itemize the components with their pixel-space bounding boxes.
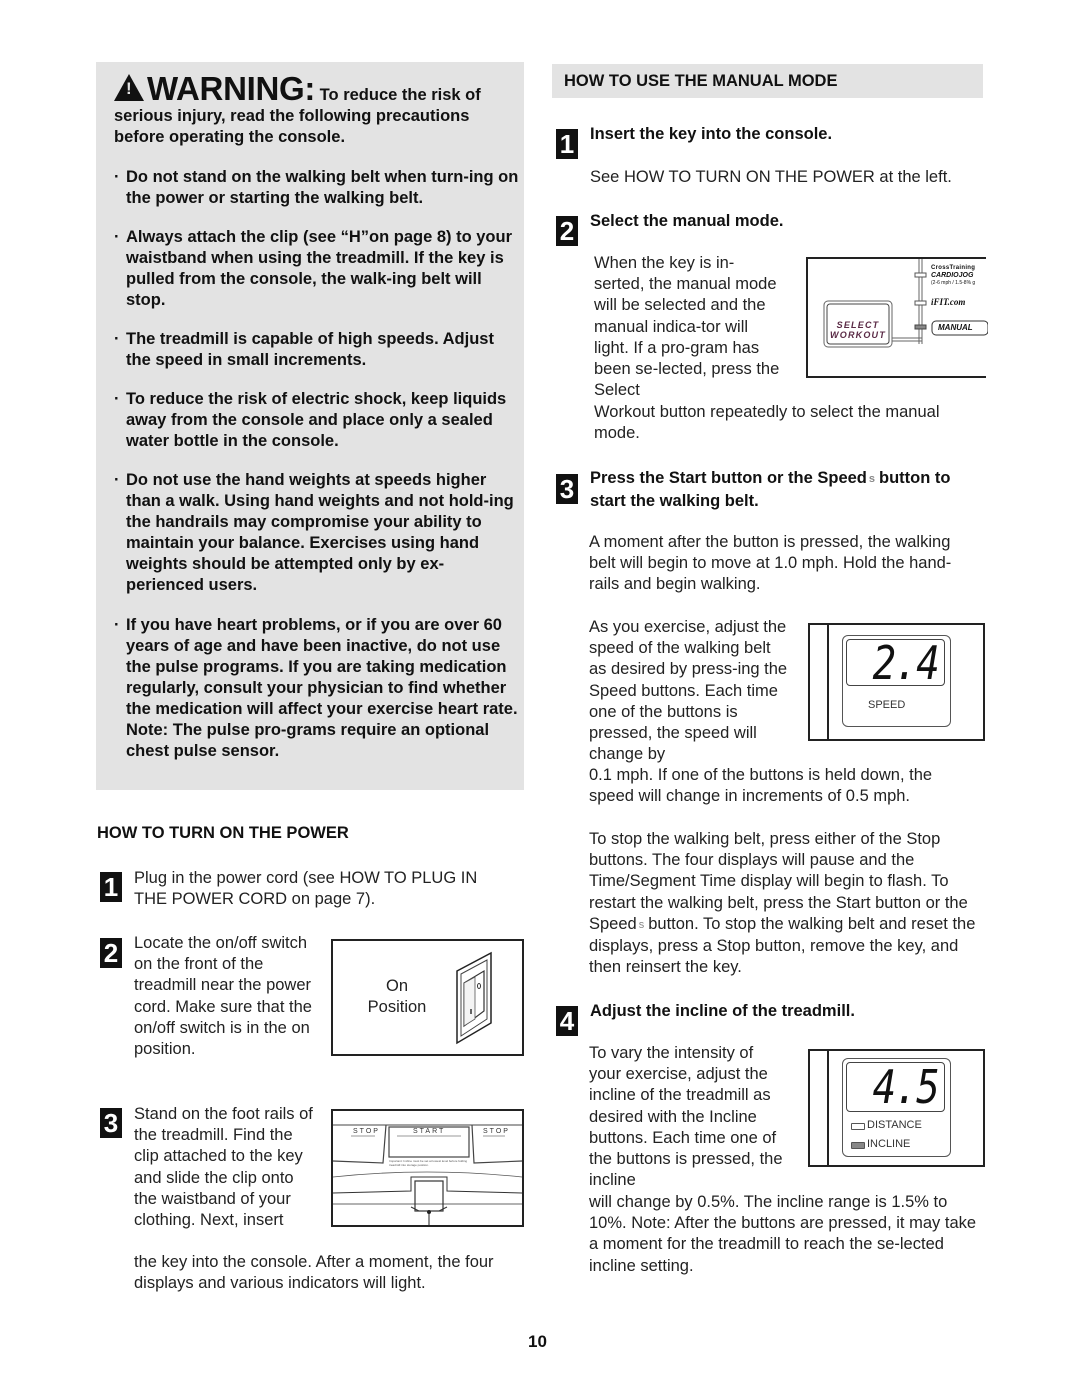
- power-step-1-text: Plug in the power cord (see HOW TO PLUG …: [134, 869, 478, 909]
- bullet-text: To reduce the risk of electric shock, ke…: [126, 390, 507, 450]
- step-number: 2: [100, 938, 122, 968]
- warning-bullet: · Always attach the clip (see “H”on page …: [114, 227, 521, 311]
- on-label: On: [385, 977, 408, 995]
- figure-divider: [827, 625, 829, 739]
- select-workout-button: SELECT WORKOUT: [827, 320, 889, 340]
- power-step-3-text-cont: the key into the console. After a moment…: [134, 1253, 494, 1293]
- warning-bullet: · To reduce the risk of electric shock, k…: [114, 389, 521, 452]
- page-number: 10: [528, 1332, 547, 1351]
- crosstraining-label: CrossTraining: [931, 265, 976, 271]
- bullet-text: If you have heart problems, or if you ar…: [126, 616, 518, 760]
- manual-indicator-label: MANUAL: [938, 323, 973, 332]
- cardiojog-label: CARDIOJOG: [931, 272, 974, 279]
- storage-note: Important: Incline must be set at lowest…: [389, 1159, 468, 1167]
- manual-step-3-p1: A moment after the button is pressed, th…: [589, 533, 952, 594]
- bullet-dot: ·: [114, 228, 120, 246]
- manual-step-3-p2: As you exercise, adjust the speed of the…: [589, 618, 788, 764]
- bullet-text: Do not use the hand weights at speeds hi…: [126, 471, 514, 594]
- step-number: 4: [556, 1006, 578, 1036]
- manual-step-2-text: When the key is in-serted, the manual mo…: [594, 254, 780, 400]
- manual-step-2-title: Select the manual mode.: [590, 212, 784, 230]
- manual-step-2-text-cont: Workout button repeatedly to select the …: [594, 403, 940, 443]
- incline-display-panel: 4.5 DISTANCE INCLINE: [842, 1058, 951, 1157]
- warning-intro-rest: serious injury, read the following preca…: [114, 107, 470, 146]
- speed-value: 2.4: [872, 636, 939, 690]
- incline-indicator-icon: [851, 1142, 865, 1149]
- distance-label: DISTANCE: [867, 1119, 922, 1131]
- stop-right-label: STOP: [483, 1128, 510, 1135]
- bullet-dot: ·: [114, 390, 120, 408]
- step-number: 2: [556, 216, 578, 246]
- speed-display-panel: 2.4 SPEED: [842, 635, 951, 727]
- bullet-text: Do not stand on the walking belt when tu…: [126, 168, 519, 207]
- figure-divider: [827, 1051, 829, 1165]
- workout-label: WORKOUT: [830, 330, 886, 340]
- bullet-dot: ·: [114, 168, 120, 186]
- ifit-logo: iFIT.com: [931, 297, 966, 307]
- manual-step-3-title: Press the Start button or the Speed s butt…: [590, 468, 980, 512]
- manual-step-1-text: See HOW TO TURN ON THE POWER at the left…: [590, 168, 952, 186]
- incline-value: 4.5: [872, 1060, 939, 1114]
- bullet-dot: ·: [114, 616, 120, 634]
- bullet-text: Always attach the clip (see “H”on page 8…: [126, 228, 513, 309]
- warning-label: WARNING:: [147, 70, 316, 107]
- warning-heading: WARNING: To reduce the risk of serious i…: [114, 72, 514, 148]
- manual-step-4-text-cont: will change by 0.5%. The incline range i…: [589, 1193, 977, 1275]
- warning-triangle-icon: [114, 74, 144, 101]
- bullet-text: The treadmill is capable of high speeds.…: [126, 330, 494, 369]
- speed-lcd: 2.4: [846, 636, 945, 690]
- bullet-dot: ·: [114, 471, 120, 489]
- speed-button-icon: s: [638, 918, 645, 931]
- select-label: SELECT: [836, 320, 880, 330]
- step-number: 1: [100, 872, 122, 902]
- power-step-3-text: Stand on the foot rails of the treadmill…: [134, 1105, 313, 1230]
- manual-step-4-text: To vary the intensity of your exercise, …: [589, 1044, 783, 1190]
- rocker-switch-icon: [456, 951, 492, 1045]
- warning-intro-first: To reduce the risk of: [315, 86, 481, 104]
- speed-label: SPEED: [868, 699, 906, 711]
- power-step-2-text: Locate the on/off switch on the front of…: [134, 934, 312, 1059]
- on-position-figure: On Position: [331, 939, 524, 1056]
- incline-label: INCLINE: [867, 1138, 911, 1150]
- manual-step-3-p2-cont: 0.1 mph. If one of the buttons is held d…: [589, 766, 933, 806]
- warning-bullet: · Do not stand on the walking belt when t…: [114, 167, 521, 209]
- speed-display-figure: 2.4 SPEED: [808, 623, 985, 741]
- console-figure: STOP START STOP Important: Incline must …: [331, 1109, 524, 1227]
- distance-indicator-icon: [851, 1123, 865, 1130]
- speed-button-icon: s: [868, 473, 875, 485]
- warning-bullet: · If you have heart problems, or if you a…: [114, 615, 521, 762]
- step-number: 3: [556, 474, 578, 504]
- position-label: Position: [367, 998, 427, 1017]
- warning-bullet: · The treadmill is capable of high speeds…: [114, 329, 521, 371]
- power-heading: HOW TO TURN ON THE POWER: [97, 824, 349, 842]
- manual-step-1-title: Insert the key into the console.: [590, 125, 833, 143]
- step-number: 3: [100, 1108, 122, 1138]
- incline-display-figure: 4.5 DISTANCE INCLINE: [808, 1049, 985, 1167]
- on-position-label: On Position: [333, 976, 461, 1018]
- warning-bullet: · Do not use the hand weights at speeds h…: [114, 470, 521, 596]
- step-number: 1: [556, 129, 578, 159]
- bullet-dot: ·: [114, 330, 120, 348]
- manual-step-4-title: Adjust the incline of the treadmill.: [590, 1002, 855, 1020]
- manual-heading: HOW TO USE THE MANUAL MODE: [564, 72, 838, 90]
- cardiojog-range-label: (2-6 mph / 1.5-8% g: [931, 280, 976, 286]
- incline-lcd: 4.5: [846, 1060, 945, 1114]
- select-workout-figure: SELECT WORKOUT CrossTraining CARDIOJOG (…: [806, 257, 988, 378]
- manual-step-3-p3: To stop the walking belt, press either o…: [589, 829, 981, 978]
- stop-left-label: STOP: [353, 1128, 380, 1135]
- step-3-p3-part: button. To stop the walking belt and res…: [589, 914, 976, 977]
- step-3-title-part: Press the Start button or the Speed: [590, 469, 867, 487]
- start-label: START: [413, 1128, 446, 1135]
